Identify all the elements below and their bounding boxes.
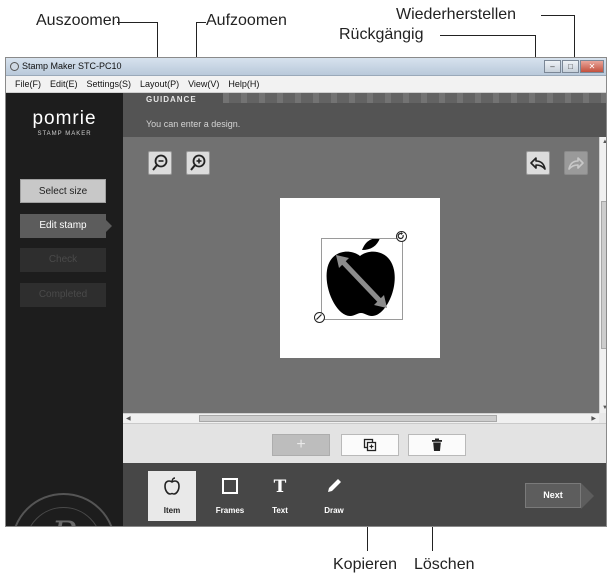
callout-undo: Rückgängig [339,26,424,43]
step-select-size[interactable]: Select size [20,179,106,203]
guidance-message: You can enter a design. [146,119,241,129]
add-button[interactable]: + [272,434,330,456]
delete-button[interactable] [408,434,466,456]
step-check: Check [20,248,106,272]
resize-handle[interactable] [314,312,325,323]
menu-help[interactable]: Help(H) [219,76,259,92]
callout-line [541,15,575,16]
zoom-out-icon [152,154,168,171]
next-button[interactable]: Next [525,483,594,509]
horizontal-scroll-thumb[interactable] [199,415,497,422]
window-title: Stamp Maker STC-PC10 [22,61,122,71]
rotate-icon [397,232,404,240]
redo-icon [568,157,584,170]
bottom-toolbar: Item Frames T Text Draw Next [123,463,606,526]
stamp-canvas[interactable] [280,198,440,358]
vertical-scrollbar[interactable]: ▲ ▼ [599,137,606,413]
redo-button[interactable] [564,151,588,175]
callout-zoom-out: Auszoomen [36,12,121,29]
canvas-area[interactable] [123,137,599,413]
horizontal-scrollbar[interactable]: ◀ ▶ [123,413,599,423]
frame-icon [222,478,238,494]
stamp-seal-logo: P [11,493,116,526]
title-bar[interactable]: Stamp Maker STC-PC10 – □ ✕ [6,58,606,76]
callout-line [440,35,536,36]
tab-frames[interactable]: Frames [206,471,254,521]
guidance-label: GUIDANCE [146,95,197,104]
apple-outline-icon [164,477,180,495]
trash-icon [432,438,442,451]
text-icon: T [273,477,287,497]
rotate-handle[interactable] [396,231,407,242]
figure: Auszoomen Aufzoomen Wiederherstellen Rüc… [0,0,607,576]
zoom-in-icon [190,154,206,171]
tab-item-label: Item [163,506,181,515]
tab-draw-label: Draw [324,506,344,515]
menu-layout[interactable]: Layout(P) [131,76,179,92]
zoom-in-button[interactable] [186,151,210,175]
tab-frames-label: Frames [215,506,245,515]
maximize-button[interactable]: □ [562,60,579,73]
brand-logo: pomrie [32,108,97,129]
callout-copy: Kopieren [333,556,398,573]
menu-view[interactable]: View(V) [179,76,219,92]
window-controls: – □ ✕ [544,60,604,73]
scroll-down-arrow[interactable]: ▼ [602,405,606,411]
callout-line [196,22,206,23]
callout-delete: Löschen [414,556,475,573]
action-bar: + [123,423,606,463]
guidance-pattern [223,93,606,103]
app-window: Stamp Maker STC-PC10 – □ ✕ File(F) Edit(… [5,57,607,527]
callout-zoom-in: Aufzoomen [206,12,287,29]
callout-line [117,22,158,23]
tab-text[interactable]: T Text [256,471,304,521]
menu-bar: File(F) Edit(E) Settings(S) Layout(P) Vi… [6,76,606,93]
vertical-scroll-thumb[interactable] [601,201,606,349]
copy-button[interactable] [341,434,399,456]
tab-item[interactable]: Item [148,471,196,521]
menu-settings[interactable]: Settings(S) [78,76,132,92]
step-completed: Completed [20,283,106,307]
callout-redo: Wiederherstellen [396,6,517,23]
scroll-up-arrow[interactable]: ▲ [602,139,606,145]
pen-icon [328,479,341,492]
menu-edit[interactable]: Edit(E) [41,76,78,92]
scroll-left-arrow[interactable]: ◀ [126,415,131,422]
tab-text-label: Text [272,506,288,515]
resize-icon [316,314,322,320]
undo-icon [530,157,546,170]
seal-letter: P [13,515,114,526]
scroll-right-arrow[interactable]: ▶ [591,415,596,422]
app-icon [10,62,19,71]
copy-icon [363,438,377,452]
undo-button[interactable] [526,151,550,175]
minimize-button[interactable]: – [544,60,561,73]
steps-panel: pomrie STAMP MAKER Select size Edit stam… [6,93,123,526]
guidance-banner: GUIDANCE You can enter a design. [123,93,606,137]
selection-box[interactable] [321,238,403,320]
zoom-out-button[interactable] [148,151,172,175]
close-button[interactable]: ✕ [580,60,604,73]
menu-file[interactable]: File(F) [6,76,41,92]
brand-subtitle: STAMP MAKER [37,131,92,137]
step-edit-stamp[interactable]: Edit stamp [20,214,112,238]
tab-draw[interactable]: Draw [310,471,358,521]
